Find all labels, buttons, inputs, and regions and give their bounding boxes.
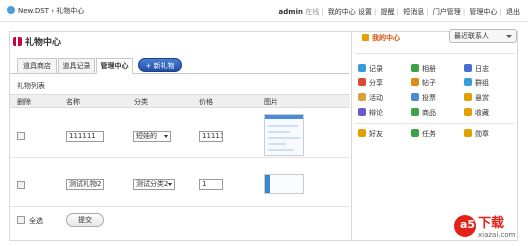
home-icon (362, 34, 369, 41)
gift-list-label: 礼物列表 (17, 82, 45, 90)
nav-messages[interactable]: 短消息 (403, 8, 424, 16)
sidebar-item-vote[interactable]: 投票 (411, 93, 436, 103)
task-icon (411, 129, 419, 137)
medal-icon (464, 129, 472, 137)
sidebar-item-task[interactable]: 任务 (411, 129, 436, 139)
delete-checkbox[interactable] (17, 132, 25, 140)
goods-icon (411, 108, 419, 116)
page-title-text: 礼物中心 (25, 38, 62, 48)
site-brand-link[interactable]: New.DST (18, 7, 49, 15)
column-header-delete: 删除 (17, 98, 31, 106)
column-header-price: 价格 (199, 98, 213, 106)
sidebar-item-friends[interactable]: 好友 (358, 129, 383, 139)
sidebar-item-group[interactable]: 群组 (464, 78, 489, 88)
column-header-name: 名称 (66, 98, 80, 106)
a5-badge-text: a5 (460, 218, 476, 231)
gift-image-thumbnail (264, 114, 304, 156)
column-header-category: 分类 (134, 98, 148, 106)
chevron-down-icon (168, 183, 172, 186)
sidebar-divider (355, 53, 515, 54)
tab-item-shop[interactable]: 道具商店 (17, 58, 57, 74)
nav-logout[interactable]: 退出 (506, 8, 520, 16)
sidebar-item-reward[interactable]: 悬赏 (464, 93, 489, 103)
top-nav: admin 在线 | 我的中心 设置 | 提醒 | 短消息 | 门户管理 | 管理中心 | … (278, 8, 520, 16)
watermark-url: xiazai.com (478, 231, 516, 239)
category-select[interactable]: 测试分类2 (133, 179, 175, 190)
sidebar-item-album[interactable]: 相册 (411, 64, 436, 74)
recent-contacts-value: 最近联系人 (454, 32, 489, 40)
sidebar-item-medal[interactable]: 勋章 (464, 129, 489, 139)
blog-icon (464, 64, 472, 72)
chevron-down-icon (164, 135, 168, 138)
category-select-value: 短娃的 (136, 132, 157, 140)
sidebar-item-record[interactable]: 记录 (358, 64, 383, 74)
my-center-link[interactable]: 我的中心 (362, 33, 400, 43)
category-select[interactable]: 短娃的 (133, 131, 171, 142)
sidebar-item-goods[interactable]: 商品 (411, 108, 436, 118)
album-icon (411, 64, 419, 72)
submit-button[interactable]: 提交 (66, 213, 104, 227)
divider (10, 206, 350, 207)
my-center-label: 我的中心 (372, 34, 400, 42)
sidebar-item-blog[interactable]: 日志 (464, 64, 489, 74)
price-input[interactable]: 111111 (199, 131, 223, 142)
new-gift-button[interactable]: + 新礼物 (138, 58, 182, 72)
sidebar-item-post[interactable]: 帖子 (411, 78, 436, 88)
tab-admin-center[interactable]: 管理中心 (96, 58, 133, 74)
nav-my-center[interactable]: 我的中心 (328, 8, 356, 16)
event-icon (358, 93, 366, 101)
category-select-value: 测试分类2 (136, 180, 169, 188)
nav-portal-admin[interactable]: 门户管理 (433, 8, 461, 16)
chevron-down-icon (506, 35, 512, 38)
nav-settings[interactable]: 设置 (358, 8, 372, 16)
record-icon (358, 64, 366, 72)
nav-reminders[interactable]: 提醒 (381, 8, 395, 16)
sidebar-item-event[interactable]: 活动 (358, 93, 383, 103)
select-all-label: 全选 (29, 217, 43, 225)
gift-name-input[interactable]: 测试礼物2 (66, 179, 104, 190)
breadcrumb: New.DST › 礼物中心 (7, 6, 84, 16)
online-status: 在线 (305, 8, 320, 16)
gift-icon (13, 37, 22, 46)
friends-icon (358, 129, 366, 137)
watermark-brand: 下载 (478, 216, 505, 231)
sidebar-item-debate[interactable]: 辩论 (358, 108, 383, 118)
recent-contacts-select[interactable]: 最近联系人 (449, 29, 517, 43)
column-header-image: 图片 (264, 98, 278, 106)
username-link[interactable]: admin (279, 8, 303, 16)
favorite-icon (464, 108, 472, 116)
gift-image-thumbnail (264, 174, 304, 194)
nav-admin-center[interactable]: 管理中心 (469, 8, 497, 16)
reward-icon (464, 93, 472, 101)
sidebar-item-favorite[interactable]: 收藏 (464, 108, 489, 118)
sidebar-item-share[interactable]: 分享 (358, 78, 383, 88)
sidebar-divider (355, 123, 515, 124)
share-icon (358, 78, 366, 86)
select-all-checkbox[interactable] (17, 216, 25, 224)
breadcrumb-current[interactable]: 礼物中心 (56, 7, 84, 15)
vote-icon (411, 93, 419, 101)
tab-item-records[interactable]: 道具记录 (58, 58, 95, 74)
delete-checkbox[interactable] (17, 181, 25, 189)
page-title: 礼物中心 (13, 35, 61, 48)
gift-name-input[interactable]: 111111 (66, 131, 104, 142)
watermark-logo: a5 下载 xiazai.com (454, 212, 524, 242)
post-icon (411, 78, 419, 86)
home-icon (7, 6, 15, 14)
debate-icon (358, 108, 366, 116)
group-icon (464, 78, 472, 86)
table-header (10, 94, 350, 108)
breadcrumb-separator: › (51, 7, 55, 15)
price-input[interactable]: 1 (199, 179, 223, 190)
